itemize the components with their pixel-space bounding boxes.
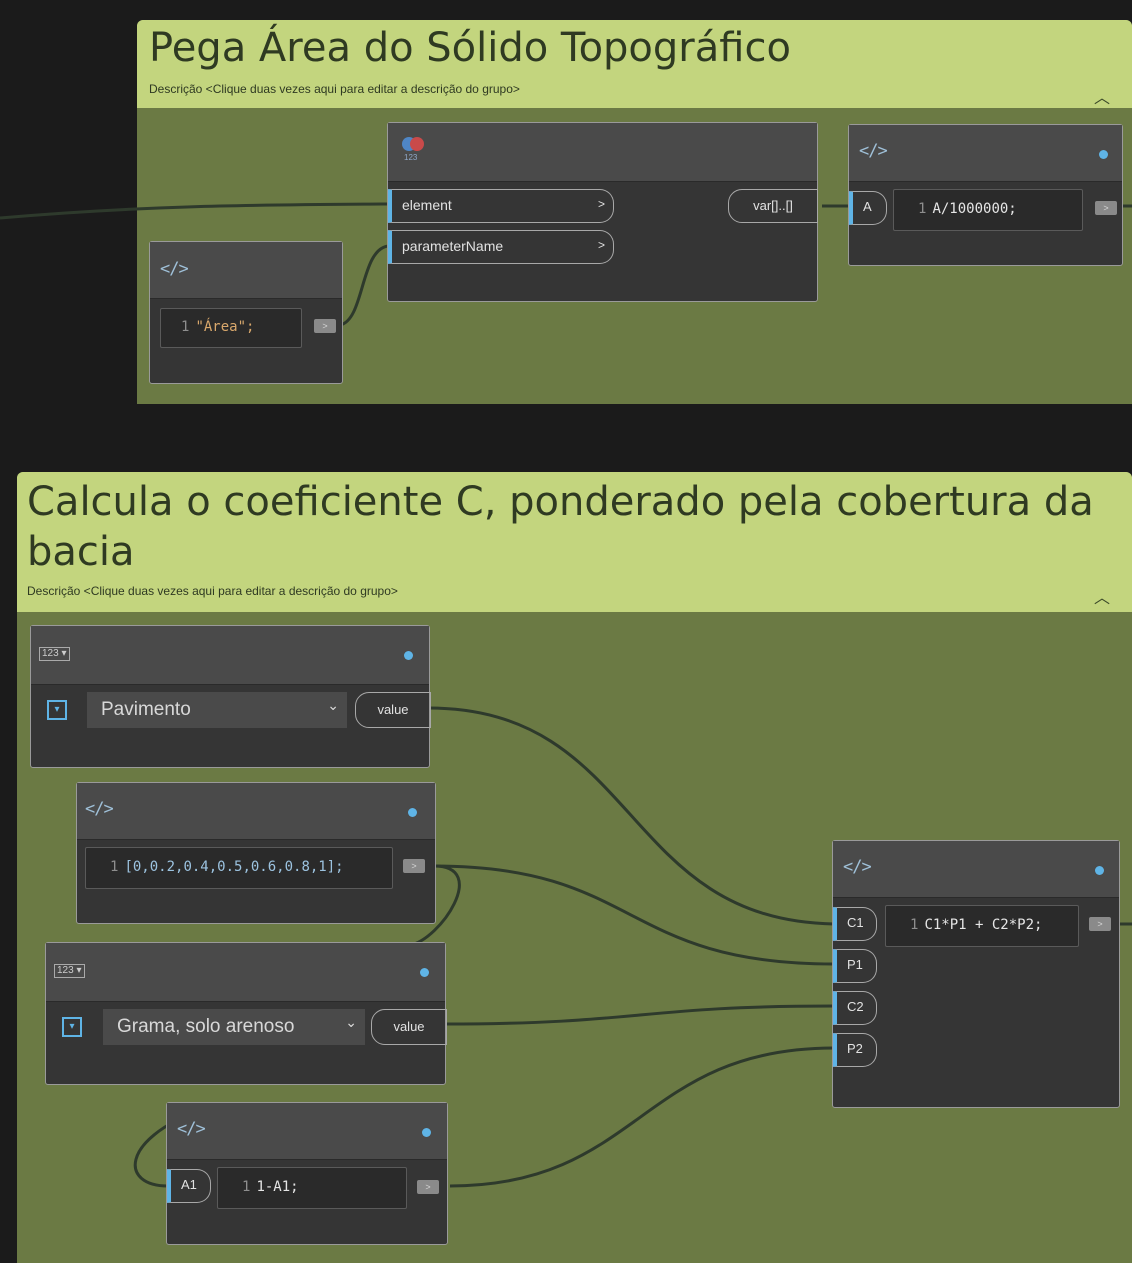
node-dropdown-grama[interactable]: 123 ▾ ▾ Grama, solo arenoso ⌄ value [45, 942, 447, 1085]
input-port-element[interactable]: element > [388, 189, 614, 223]
input-port-a1[interactable]: A1 [167, 1169, 211, 1203]
code-text: "Área"; [195, 319, 255, 335]
node-header[interactable] [167, 1103, 447, 1160]
chevron-right-icon: > [597, 197, 605, 211]
node-divide-area[interactable]: </> A 1 A/1000000; > [848, 124, 1123, 266]
code-block-icon: </> [160, 259, 189, 279]
output-port-value[interactable]: value [371, 1009, 447, 1045]
input-port-parametername[interactable]: parameterName > [388, 230, 614, 264]
wire-dropdown2-c2 [445, 1004, 835, 1026]
chevron-down-icon: ⌄ [327, 697, 339, 713]
input-port-c1[interactable]: C1 [833, 907, 877, 941]
node-header[interactable] [46, 943, 445, 1002]
output-port-var[interactable]: var[]..[] [728, 189, 818, 223]
code-editor[interactable]: 1 "Área"; [160, 308, 302, 348]
code-editor[interactable]: 1 A/1000000; [893, 189, 1083, 231]
node-header[interactable] [849, 125, 1122, 182]
code-block-icon: </> [843, 857, 872, 877]
node-weighted-c[interactable]: </> C1 P1 C2 P2 1 C1*P1 + C2*P2; > [832, 840, 1120, 1108]
number-dropdown-icon: 123 ▾ [39, 647, 70, 661]
code-text: [0,0.2,0.4,0.5,0.6,0.8,1]; [124, 859, 344, 875]
preview-dot[interactable] [1099, 150, 1108, 159]
code-editor[interactable]: 1 [0,0.2,0.4,0.5,0.6,0.8,1]; [85, 847, 393, 889]
dropdown-toggle-icon[interactable]: ▾ [62, 1017, 82, 1037]
chevron-right-icon: > [597, 238, 605, 252]
code-editor[interactable]: 1 C1*P1 + C2*P2; [885, 905, 1079, 947]
input-port-p1[interactable]: P1 [833, 949, 877, 983]
code-block-icon: </> [85, 799, 114, 819]
code-block-icon: </> [859, 141, 888, 161]
node-header[interactable] [77, 783, 435, 840]
output-port-button[interactable]: > [417, 1180, 439, 1194]
node-header[interactable] [31, 626, 429, 685]
wire-dropdown1-c1 [427, 706, 835, 926]
node-area-string[interactable]: </> 1 "Área"; > [149, 241, 343, 384]
output-port-button[interactable]: > [1095, 201, 1117, 215]
wire-complement-p2 [449, 1046, 835, 1188]
wire-area-parametername [339, 244, 390, 327]
input-port-c2[interactable]: C2 [833, 991, 877, 1025]
preview-dot[interactable] [404, 651, 413, 660]
node-dropdown-pavimento[interactable]: 123 ▾ ▾ Pavimento ⌄ value [30, 625, 431, 768]
code-editor[interactable]: 1 1-A1; [217, 1167, 407, 1209]
input-port-p2[interactable]: P2 [833, 1033, 877, 1067]
preview-dot[interactable] [1095, 866, 1104, 875]
preview-dot[interactable] [420, 968, 429, 977]
parameter-icon: 123 [402, 135, 428, 165]
code-text: A/1000000; [932, 201, 1017, 217]
output-port-button[interactable]: > [1089, 917, 1111, 931]
dropdown-select[interactable]: Grama, solo arenoso ⌄ [103, 1009, 365, 1045]
node-list-code[interactable]: </> 1 [0,0.2,0.4,0.5,0.6,0.8,1]; > [76, 782, 436, 924]
output-port-value[interactable]: value [355, 692, 431, 728]
code-text: 1-A1; [256, 1179, 299, 1195]
node-header[interactable] [833, 841, 1119, 898]
code-block-icon: </> [177, 1119, 206, 1139]
node-complement[interactable]: </> A1 1 1-A1; > [166, 1102, 448, 1245]
chevron-down-icon: ⌄ [345, 1014, 357, 1030]
number-dropdown-icon: 123 ▾ [54, 964, 85, 978]
code-text: C1*P1 + C2*P2; [924, 917, 1043, 933]
preview-dot[interactable] [422, 1128, 431, 1137]
input-port-a[interactable]: A [849, 191, 887, 225]
node-header[interactable] [388, 123, 817, 182]
dropdown-select[interactable]: Pavimento ⌄ [87, 692, 347, 728]
wire-input-element [0, 202, 390, 220]
dropdown-toggle-icon[interactable]: ▾ [47, 700, 67, 720]
preview-dot[interactable] [408, 808, 417, 817]
output-port-button[interactable]: > [314, 319, 336, 333]
node-get-parameter[interactable]: 123 element > parameterName > var[]..[] [387, 122, 818, 302]
output-port-button[interactable]: > [403, 859, 425, 873]
